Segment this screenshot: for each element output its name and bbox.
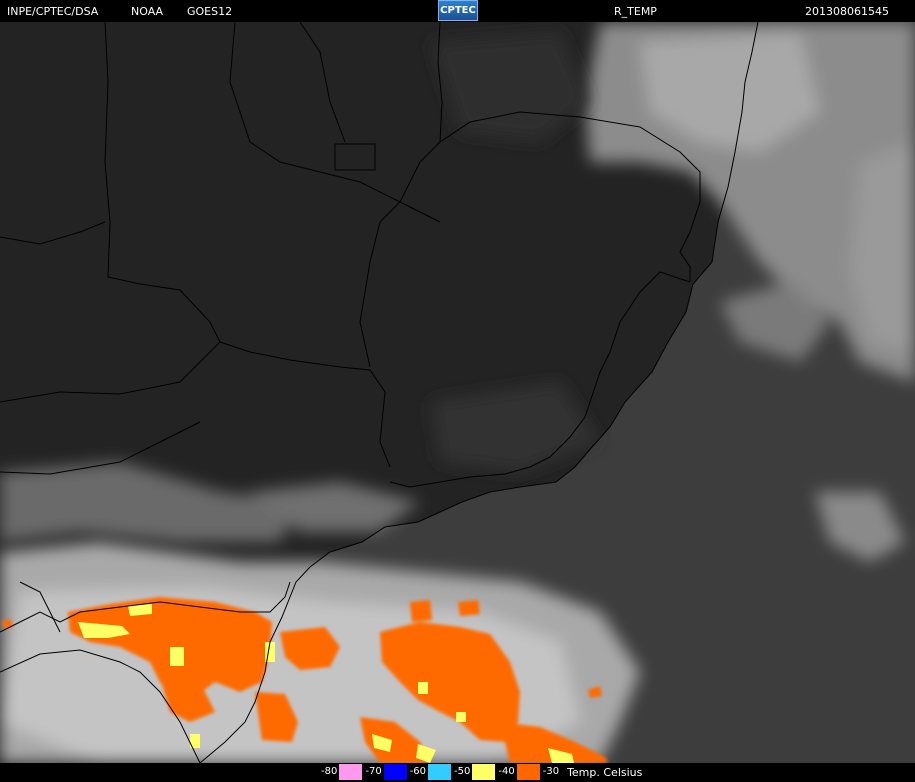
legend-swatch <box>339 764 363 780</box>
legend-label: -50 <box>451 764 473 780</box>
legend-swatch <box>472 764 496 780</box>
legend-item-60: -60 <box>406 764 452 780</box>
legend-item-70: -70 <box>362 764 407 780</box>
satellite-label: GOES12 <box>187 5 233 18</box>
legend-item-30: -30 <box>539 764 562 780</box>
legend-swatch <box>383 764 407 780</box>
legend-label: -60 <box>406 764 429 780</box>
header-bar: INPE/CPTEC/DSA NOAA GOES12 CPTEC R_TEMP … <box>0 0 915 22</box>
product-label: R_TEMP <box>614 5 657 18</box>
legend-item-80: -80 <box>318 764 363 780</box>
legend-label: -70 <box>362 764 384 780</box>
cptec-logo: CPTEC <box>438 0 478 21</box>
legend-swatch <box>516 764 540 780</box>
legend-item-40: -40 <box>495 764 540 780</box>
legend-label: -30 <box>539 764 562 780</box>
source-label: INPE/CPTEC/DSA <box>7 5 99 18</box>
timestamp-label: 201308061545 <box>805 5 889 18</box>
satellite-image <box>0 22 915 763</box>
legend-swatch <box>428 764 452 780</box>
legend-unit: Temp. Celsius <box>567 765 643 779</box>
legend-label: -80 <box>318 764 340 780</box>
temperature-legend: -80 -70 -60 -50 -40 -30 Temp. Celsius <box>318 764 642 780</box>
agency-label: NOAA <box>131 5 164 18</box>
legend-label: -40 <box>495 764 517 780</box>
legend-item-50: -50 <box>451 764 496 780</box>
